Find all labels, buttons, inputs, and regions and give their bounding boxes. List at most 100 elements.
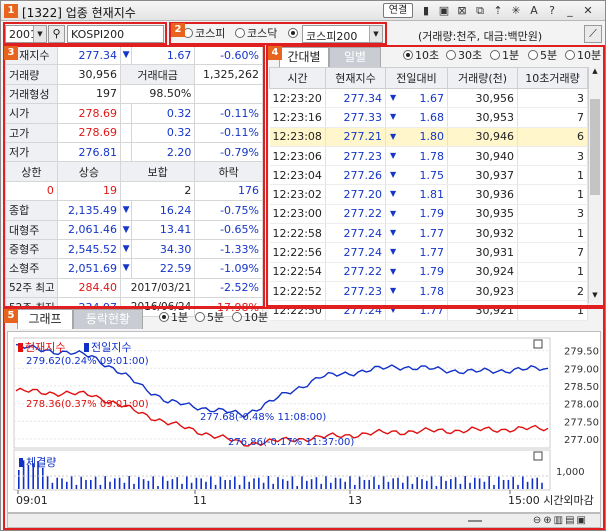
y-tick-label: 279.00 xyxy=(564,364,599,375)
table-row[interactable]: 12:22:50 277.24 ▼ 1.77 30,921 1 xyxy=(269,300,588,321)
volume-bar xyxy=(152,476,154,489)
scroll-down-icon[interactable]: ▼ xyxy=(589,291,601,303)
index-cell: 277.24 xyxy=(325,300,386,321)
tab-breadth[interactable]: 등락현황 xyxy=(73,309,143,329)
radio-30s[interactable]: 30초 xyxy=(446,48,482,64)
text-size-icon[interactable]: A xyxy=(527,4,541,18)
empty-cell xyxy=(119,122,133,143)
radio-10s[interactable]: 10초 xyxy=(403,48,439,64)
volume-bar xyxy=(94,476,97,489)
table-row[interactable]: 12:22:54 277.22 ▼ 1.79 30,924 1 xyxy=(269,262,588,282)
market-combo[interactable]: 코스피200 ▼ xyxy=(302,25,383,43)
chevron-down-icon[interactable]: ▼ xyxy=(33,26,46,42)
table-row[interactable]: 12:23:06 277.23 ▼ 1.78 30,940 3 xyxy=(269,146,588,167)
tab-graph[interactable]: 그래프 xyxy=(17,309,73,329)
change-value: 0.32 xyxy=(131,122,196,143)
window: [1322] 업종 현재지수 연결 ▮ ▣ ⊠ ⧉ ⇡ ✳ A ? _ ✕ 20… xyxy=(0,0,606,531)
radio-1m[interactable]: 1분 xyxy=(490,48,519,64)
chart-option-icon[interactable] xyxy=(533,339,543,349)
x-tick-label: 11 xyxy=(193,494,207,507)
index-code-combo[interactable]: 2001 ▼ xyxy=(5,25,47,43)
print-icon[interactable]: ⊠ xyxy=(455,4,469,18)
volume-bar xyxy=(411,483,414,489)
radio-chart-5m[interactable]: 5분 xyxy=(195,310,224,326)
link-button[interactable]: 연결 xyxy=(383,3,413,18)
radio-kospi200[interactable] xyxy=(288,26,300,42)
radio-chart-1m[interactable]: 1분 xyxy=(159,310,188,326)
volume-bar xyxy=(190,482,193,489)
chart-bottom-bar: ⊖⊕▥▤▣ xyxy=(7,513,601,528)
radio-kospi[interactable]: 코스피 xyxy=(183,26,225,42)
breadth-header: 보합 xyxy=(119,161,196,182)
table-row[interactable]: 12:23:08 277.21 ▼ 1.80 30,946 6 xyxy=(269,127,588,147)
tick-volume-cell: 1 xyxy=(517,223,588,244)
save-icon[interactable]: ▣ xyxy=(437,4,451,18)
x-tick-label: 15:00 시간외마감 xyxy=(508,494,594,507)
close-icon[interactable]: ✕ xyxy=(581,4,595,18)
gear-icon[interactable]: ✳ xyxy=(509,4,523,18)
change-pct: -0.11% xyxy=(194,122,263,143)
table-row[interactable]: 12:23:00 277.22 ▼ 1.79 30,935 3 xyxy=(269,204,588,225)
radio-kosdaq[interactable]: 코스닥 xyxy=(235,26,277,42)
index-name-field[interactable]: KOSPI200 xyxy=(67,25,164,43)
minimize-icon[interactable]: _ xyxy=(563,4,577,18)
table-row[interactable]: 12:23:02 277.20 ▼ 1.81 30,936 1 xyxy=(269,184,588,205)
change-value: 1.77 xyxy=(419,303,445,317)
down-arrow-icon: ▼ xyxy=(119,258,133,279)
table-row[interactable]: 12:23:20 277.34 ▼ 1.67 30,956 3 xyxy=(269,88,588,109)
table-row[interactable]: 12:22:56 277.24 ▼ 1.77 30,931 7 xyxy=(269,242,588,263)
index-chart[interactable]: 279.50 279.00 278.50 278.00 277.50 277.00 09:… xyxy=(7,331,601,513)
scroll-thumb[interactable] xyxy=(590,99,600,195)
breadth-header-row: 상한 상승 보합 하락 xyxy=(5,161,263,182)
table-row[interactable]: 12:23:16 277.33 ▼ 1.68 30,953 7 xyxy=(269,107,588,128)
legend-prev-swatch xyxy=(84,343,89,352)
region-number: 1 xyxy=(4,4,18,18)
chevron-down-icon[interactable]: ▼ xyxy=(369,26,382,42)
tick-volume-cell: 3 xyxy=(517,146,588,167)
index-cell: 277.26 xyxy=(325,165,386,186)
group-value: 2,135.49 xyxy=(56,200,121,221)
volume-bar xyxy=(171,479,174,489)
row-label: 중형주 xyxy=(5,238,58,260)
chart-icon[interactable]: ⟋ xyxy=(584,25,602,43)
volume-legend: 체결량 xyxy=(26,456,56,469)
mouse-icon[interactable]: ▮ xyxy=(419,4,433,18)
row-label: 시가 xyxy=(5,103,58,124)
volume-bar xyxy=(368,479,370,489)
tick-table: 시간 현재지수 전일대비 거래량(천) 10초거래량 12:23:20 277.3… xyxy=(269,67,588,321)
volume-axis-tick: 1,000 xyxy=(556,467,585,478)
table-row[interactable]: 12:23:04 277.26 ▼ 1.75 30,937 1 xyxy=(269,165,588,186)
table-row[interactable]: 12:22:58 277.24 ▼ 1.77 30,932 1 xyxy=(269,223,588,244)
search-icon[interactable]: ⚲ xyxy=(48,25,65,43)
zoom-controls[interactable]: ⊖⊕▥▤▣ xyxy=(488,515,588,527)
help-icon[interactable]: ? xyxy=(545,4,559,18)
volume-bar xyxy=(416,477,418,489)
volume-bar xyxy=(507,479,510,489)
copy-icon[interactable]: ⧉ xyxy=(473,4,487,18)
volume-bar xyxy=(315,477,318,489)
volume-bar xyxy=(406,476,409,489)
change-value: 1.78 xyxy=(419,149,445,163)
radio-chart-10m[interactable]: 10분 xyxy=(232,310,268,326)
pin-icon[interactable]: ⇡ xyxy=(491,4,505,18)
volume-bar xyxy=(42,467,44,489)
volume-cell: 30,932 xyxy=(447,223,518,244)
volume-option-icon[interactable] xyxy=(533,451,543,461)
empty-cell xyxy=(194,83,263,105)
scroll-up-icon[interactable]: ▲ xyxy=(589,67,601,79)
column-header: 현재지수 xyxy=(325,67,386,89)
volume-bar xyxy=(378,484,380,489)
tab-time[interactable]: 간대별 xyxy=(279,47,329,67)
radio-10m[interactable]: 10분 xyxy=(565,48,601,64)
table-row[interactable]: 12:22:52 277.23 ▼ 1.78 30,923 2 xyxy=(269,281,588,302)
time-cell: 12:23:08 xyxy=(269,127,326,147)
tick-scrollbar[interactable]: ▲ ▼ xyxy=(588,67,601,303)
down-arrow-icon: ▼ xyxy=(390,93,397,102)
volume-bar xyxy=(354,484,356,489)
change-cell: ▼ 1.80 xyxy=(385,127,448,147)
slider-track[interactable] xyxy=(468,520,482,522)
volume-bar xyxy=(498,476,500,489)
tab-daily[interactable]: 일별 xyxy=(329,47,381,67)
volume-bar xyxy=(75,484,78,489)
radio-5m[interactable]: 5분 xyxy=(528,48,557,64)
